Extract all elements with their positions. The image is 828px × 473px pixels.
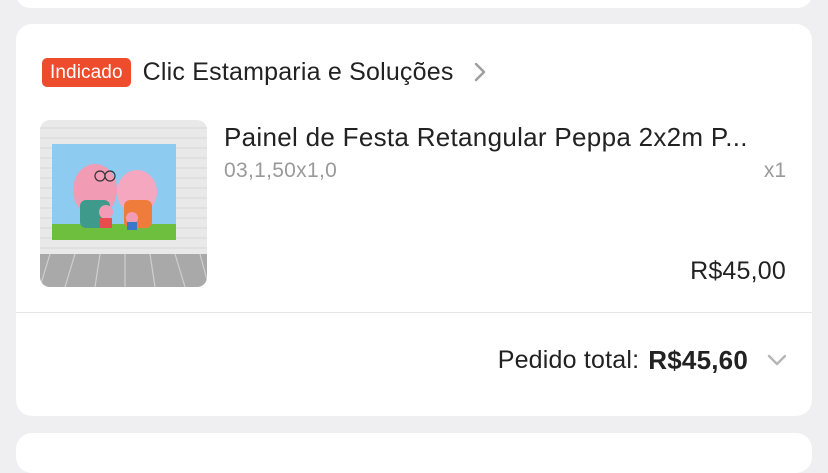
chevron-down-icon[interactable] [766, 353, 788, 367]
product-price: R$45,00 [690, 257, 786, 285]
shop-name[interactable]: Clic Estamparia e Soluções [143, 58, 454, 87]
order-total-value: R$45,60 [648, 344, 748, 375]
product-thumbnail[interactable] [40, 120, 207, 287]
next-order-card [16, 433, 812, 473]
product-quantity: x1 [763, 159, 786, 182]
divider [16, 312, 812, 313]
order-total-row[interactable]: Pedido total: R$45,60 [498, 342, 788, 378]
order-card[interactable]: Indicado Clic Estamparia e Soluções Pain… [16, 24, 812, 416]
chevron-right-icon[interactable] [472, 61, 488, 83]
product-title[interactable]: Painel de Festa Retangular Peppa 2x2m P.… [224, 122, 794, 153]
recommended-badge: Indicado [42, 57, 131, 87]
order-total-label: Pedido total: [497, 345, 640, 374]
previous-order-card [16, 0, 812, 8]
product-variant: 03,1,50x1,0 [224, 159, 338, 182]
shop-header[interactable]: Indicado Clic Estamparia e Soluções [42, 57, 488, 87]
